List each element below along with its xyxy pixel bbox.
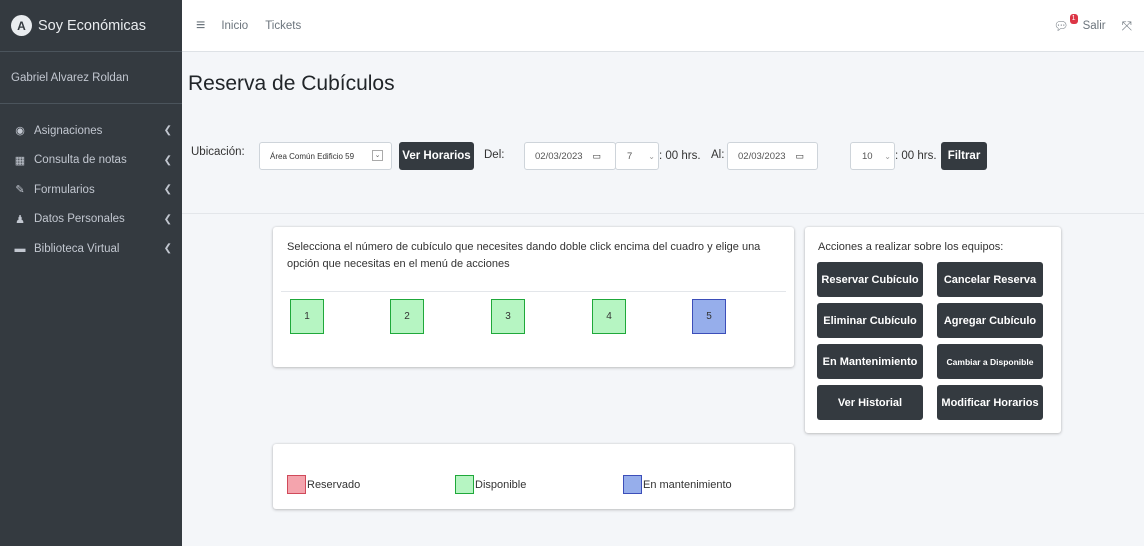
from-label: Del: <box>484 149 505 161</box>
from-hour-value: 7 <box>627 150 633 162</box>
main-content: Reserva de Cubículos Ubicación: Área Com… <box>182 52 1144 546</box>
page-title: Reserva de Cubículos <box>188 72 395 95</box>
legend-card: Reservado Disponible En mantenimiento <box>273 444 794 509</box>
user-panel[interactable]: Gabriel Alvarez Roldan <box>0 52 182 104</box>
cubicle-4[interactable]: 4 <box>592 299 626 334</box>
location-value: Área Común Edificio 59 <box>270 152 355 161</box>
legend-label: Disponible <box>475 478 527 491</box>
calendar-icon: ▭ <box>795 150 805 161</box>
tachometer-icon: ◉ <box>15 125 25 138</box>
to-hrs-suffix: : 00 hrs. <box>895 150 937 162</box>
logout-link[interactable]: Salir <box>1083 20 1106 32</box>
legend-item-mantenimiento: En mantenimiento <box>623 475 732 494</box>
legend-swatch-disponible <box>455 475 474 494</box>
cancelar-reserva-button[interactable]: Cancelar Reserva <box>937 262 1043 297</box>
filter-button[interactable]: Filtrar <box>941 142 987 170</box>
filter-row: Ubicación: Área Común Edificio 59 ⌄ Ver … <box>182 142 1144 182</box>
hamburger-icon[interactable]: ≡ <box>196 17 205 35</box>
chevron-left-icon: ❮ <box>163 243 172 255</box>
user-icon: ♟ <box>15 213 25 226</box>
sidebar-item-datos-personales[interactable]: ♟ Datos Personales ❮ <box>0 205 182 235</box>
legend-swatch-reservado <box>287 475 306 494</box>
calendar-icon: ▭ <box>592 150 602 161</box>
modificar-horarios-button[interactable]: Modificar Horarios <box>937 385 1043 420</box>
notification-badge: 1 <box>1069 14 1078 24</box>
cubicle-1[interactable]: 1 <box>290 299 324 334</box>
cambiar-disponible-button[interactable]: Cambiar a Disponible <box>937 344 1043 379</box>
sidebar-item-asignaciones[interactable]: ◉ Asignaciones ❮ <box>0 116 182 146</box>
to-hour-value: 10 <box>862 150 873 162</box>
from-date-input[interactable]: 02/03/2023 ▭ <box>524 142 616 170</box>
cubicle-2[interactable]: 2 <box>390 299 424 334</box>
nav-link-tickets[interactable]: Tickets <box>265 20 301 32</box>
ver-horarios-button[interactable]: Ver Horarios <box>399 142 474 170</box>
nav-link-inicio[interactable]: Inicio <box>221 20 248 32</box>
cubicle-5[interactable]: 5 <box>692 299 726 334</box>
from-date-value: 02/03/2023 <box>535 150 583 162</box>
eliminar-cubiculo-button[interactable]: Eliminar Cubículo <box>817 303 923 338</box>
chevron-left-icon: ❮ <box>163 154 172 166</box>
book-icon: ▬ <box>14 242 26 255</box>
location-label: Ubicación: <box>191 146 245 158</box>
reservar-cubiculo-button[interactable]: Reservar Cubículo <box>817 262 923 297</box>
cubicle-3[interactable]: 3 <box>491 299 525 334</box>
user-name: Gabriel Alvarez Roldan <box>11 71 129 84</box>
legend-label: Reservado <box>307 478 361 491</box>
fullscreen-icon[interactable]: ⤧ <box>1122 18 1132 34</box>
instructions-text: Selecciona el número de cubículo que nec… <box>287 241 761 270</box>
spinner-icon: ⌄ <box>884 151 891 161</box>
brand-logo: A <box>11 15 32 36</box>
agregar-cubiculo-button[interactable]: Agregar Cubículo <box>937 303 1043 338</box>
chevron-left-icon: ❮ <box>163 184 172 196</box>
grid-icon: ▦ <box>14 154 26 167</box>
brand[interactable]: A Soy Económicas <box>0 0 182 52</box>
actions-title: Acciones a realizar sobre los equipos: <box>818 241 1004 253</box>
legend-item-disponible: Disponible <box>455 475 526 494</box>
from-hour-input[interactable]: 7 ⌄ <box>615 142 659 170</box>
cubicle-card: Selecciona el número de cubículo que nec… <box>273 227 794 367</box>
spinner-icon: ⌄ <box>648 151 655 161</box>
brand-name: Soy Económicas <box>38 17 146 34</box>
legend-swatch-mantenimiento <box>623 475 642 494</box>
sidebar-item-formularios[interactable]: ✎ Formularios ❮ <box>0 175 182 205</box>
ver-historial-button[interactable]: Ver Historial <box>817 385 923 420</box>
sidebar-nav: ◉ Asignaciones ❮ ▦ Consulta de notas ❮ ✎… <box>0 104 182 264</box>
topbar: ≡ Inicio Tickets 💬︎ 1 Salir ⤧ <box>182 0 1144 52</box>
to-date-input[interactable]: 02/03/2023 ▭ <box>727 142 818 170</box>
location-select[interactable]: Área Común Edificio 59 ⌄ <box>259 142 392 170</box>
sidebar-item-label: Datos Personales <box>34 213 125 226</box>
chevron-left-icon: ❮ <box>163 213 172 225</box>
to-label: Al: <box>711 149 725 161</box>
chat-icon: 💬︎ <box>1053 19 1069 33</box>
chevron-left-icon: ❮ <box>163 125 172 137</box>
sidebar-item-label: Asignaciones <box>34 124 103 137</box>
chevron-down-icon: ⌄ <box>372 150 383 161</box>
edit-icon: ✎ <box>15 184 25 197</box>
actions-card: Acciones a realizar sobre los equipos: R… <box>805 227 1061 433</box>
legend-item-reservado: Reservado <box>287 475 360 494</box>
sidebar-item-consulta-notas[interactable]: ▦ Consulta de notas ❮ <box>0 146 182 176</box>
legend-label: En mantenimiento <box>643 478 732 491</box>
to-date-value: 02/03/2023 <box>738 150 786 162</box>
notifications-button[interactable]: 💬︎ 1 <box>1053 14 1078 33</box>
sidebar-item-label: Formularios <box>34 183 95 196</box>
section-divider <box>182 213 1144 214</box>
from-hrs-suffix: : 00 hrs. <box>659 150 701 162</box>
en-mantenimiento-button[interactable]: En Mantenimiento <box>817 344 923 379</box>
to-hour-input[interactable]: 10 ⌄ <box>850 142 895 170</box>
sidebar-item-biblioteca-virtual[interactable]: ▬ Biblioteca Virtual ❮ <box>0 234 182 264</box>
topbar-right: 💬︎ 1 Salir ⤧ <box>1053 0 1132 52</box>
sidebar: A Soy Económicas Gabriel Alvarez Roldan … <box>0 0 182 546</box>
sidebar-item-label: Consulta de notas <box>34 154 127 167</box>
sidebar-item-label: Biblioteca Virtual <box>34 242 120 255</box>
card-divider <box>281 291 786 292</box>
